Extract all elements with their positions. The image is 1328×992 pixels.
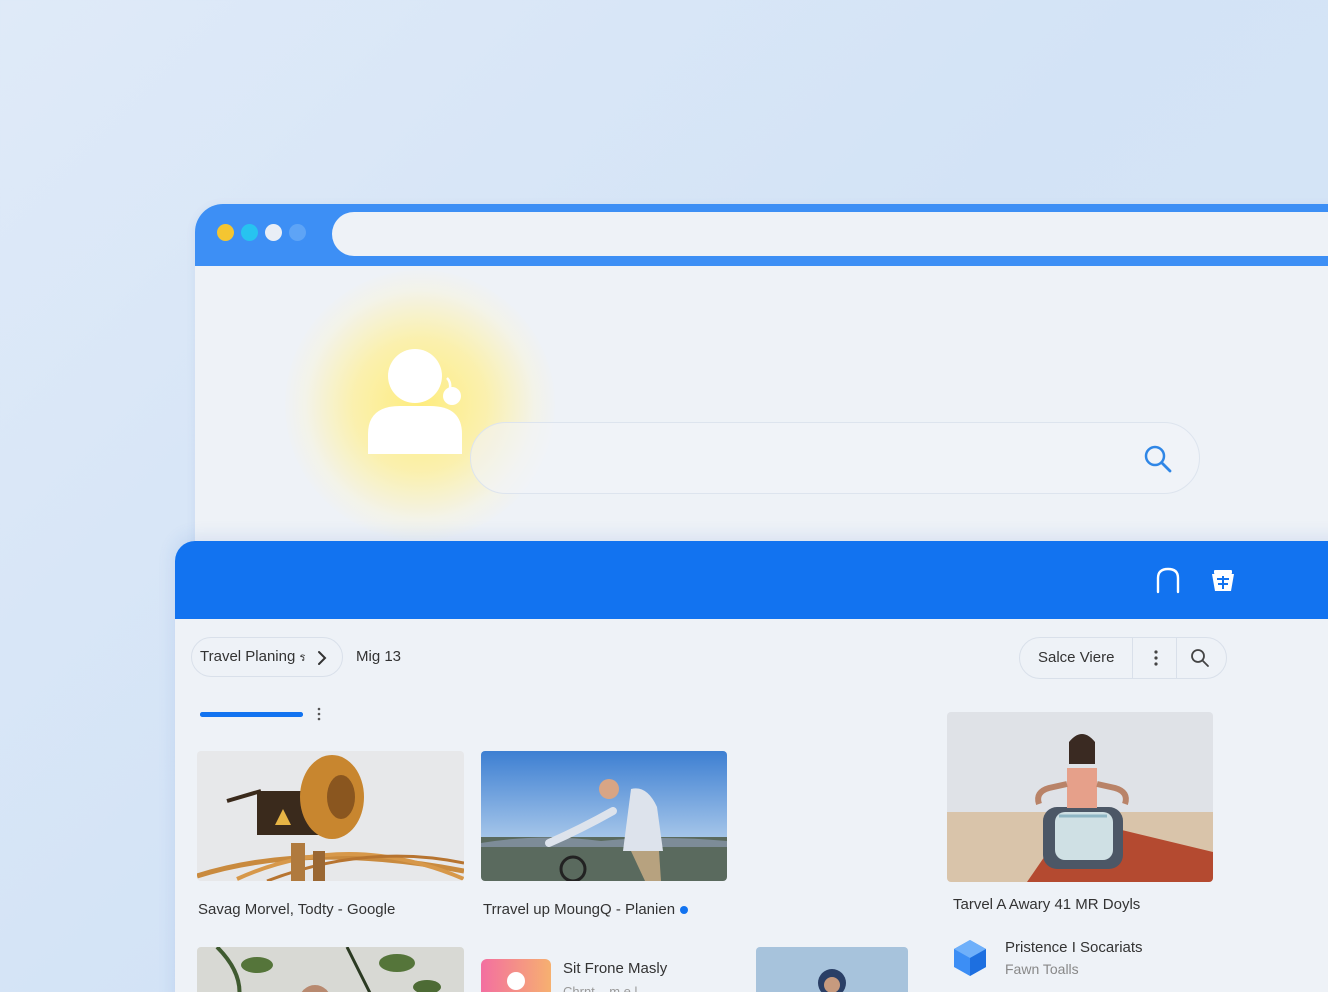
window-dot-blue[interactable] bbox=[289, 224, 306, 241]
side-item-subtitle: Fawn Toalls bbox=[1005, 961, 1079, 977]
cube-icon bbox=[954, 940, 986, 976]
search-icon[interactable] bbox=[1190, 648, 1210, 668]
search-icon[interactable] bbox=[1143, 444, 1173, 474]
card-thumbnail[interactable] bbox=[947, 712, 1213, 882]
card-thumbnail[interactable] bbox=[756, 947, 908, 992]
status-dot bbox=[680, 906, 689, 915]
card-title[interactable]: Savag Morvel, Todty - Google bbox=[198, 901, 395, 918]
window-dot-cyan[interactable] bbox=[241, 224, 258, 241]
app-header bbox=[175, 541, 1328, 619]
card-title[interactable]: Tarvel A Awary 41 MR Doyls bbox=[953, 896, 1140, 913]
window-controls bbox=[217, 224, 306, 241]
breadcrumb[interactable]: Travel Planing ร bbox=[191, 637, 343, 677]
window-dot-yellow[interactable] bbox=[217, 224, 234, 241]
toolbar-view-button[interactable]: Salce Viere bbox=[1038, 649, 1114, 666]
person-avatar-icon[interactable] bbox=[365, 348, 465, 458]
breadcrumb-current[interactable]: Travel Planing ร bbox=[200, 648, 305, 666]
progress-bar bbox=[200, 712, 303, 717]
breadcrumb-next[interactable]: Mig 13 bbox=[356, 648, 401, 665]
basket-icon[interactable] bbox=[1208, 565, 1238, 595]
list-item-thumbnail[interactable] bbox=[481, 959, 551, 992]
card-thumbnail[interactable] bbox=[481, 751, 727, 881]
toolbar-divider bbox=[1132, 638, 1133, 678]
browser-titlebar bbox=[195, 204, 1328, 266]
window-dot-white[interactable] bbox=[265, 224, 282, 241]
toolbar-divider bbox=[1176, 638, 1177, 678]
address-bar[interactable] bbox=[332, 212, 1328, 256]
more-vertical-icon[interactable] bbox=[315, 706, 323, 722]
chevron-right-icon bbox=[318, 651, 327, 665]
more-vertical-icon[interactable] bbox=[1148, 648, 1164, 668]
toolbar-pill: Salce Viere bbox=[1019, 637, 1227, 679]
card-title[interactable]: Trravel up MoungQ - Planien bbox=[483, 901, 689, 918]
card-thumbnail[interactable] bbox=[197, 751, 464, 881]
search-bar[interactable] bbox=[470, 422, 1200, 494]
list-item-title[interactable]: Sit Frone Masly bbox=[563, 960, 667, 977]
list-item-subtitle: Chrnt... m.e.l... bbox=[563, 984, 649, 992]
card-thumbnail[interactable] bbox=[197, 947, 464, 992]
progress-fill bbox=[200, 712, 303, 717]
side-item-title[interactable]: Pristence I Socariats bbox=[1005, 939, 1143, 956]
front-app-window: Travel Planing ร Mig 13 Salce Viere Sava… bbox=[175, 541, 1328, 992]
home-icon[interactable] bbox=[1153, 565, 1183, 595]
